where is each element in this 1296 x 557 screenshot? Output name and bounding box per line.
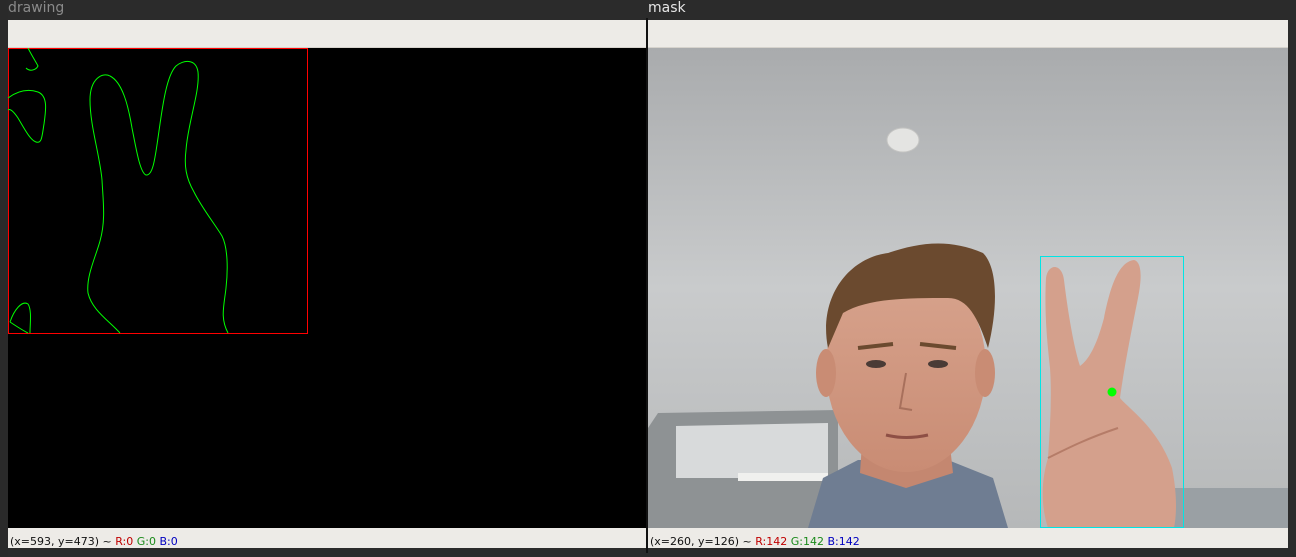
office-window-pane (676, 423, 828, 478)
contour-drawing (8, 48, 308, 334)
ceiling-vent (738, 473, 828, 481)
left-ear (816, 349, 836, 397)
right-edge-strip (1288, 0, 1296, 557)
hand-bounding-box (8, 48, 308, 334)
mask-window-title: mask (648, 0, 1288, 18)
ceiling-fixture (886, 127, 920, 153)
background-desktop-strip (0, 0, 8, 557)
window-title-text: drawing (8, 0, 65, 16)
mask-canvas[interactable] (648, 48, 1288, 528)
drawing-toolbar (8, 20, 646, 48)
mask-status-bar: (x=260, y=126) ~ R:142 G:142 B:142 (648, 528, 1288, 548)
drawing-canvas[interactable] (8, 48, 646, 528)
right-ear (975, 349, 995, 397)
webcam-frame (648, 48, 1288, 528)
drawing-window: drawing (x=593, y=473) ~ R:0 G:0 B:0 (8, 0, 646, 557)
blue-value: B:0 (159, 535, 178, 548)
blue-value: B:142 (827, 535, 860, 548)
mask-toolbar (648, 20, 1288, 48)
shoulder-contour (9, 302, 31, 334)
window-title-text: mask (648, 0, 686, 16)
cursor-coords: (x=260, y=126) ~ (650, 535, 752, 548)
face-contour-left (8, 89, 47, 143)
left-eye (866, 360, 886, 368)
cursor-coords: (x=593, y=473) ~ (10, 535, 112, 548)
mask-window: mask (x=260, y=126) ~ R:142 G:142 B:142 (648, 0, 1288, 557)
right-eye (928, 360, 948, 368)
drawing-window-title: drawing (8, 0, 646, 18)
red-value: R:0 (115, 535, 134, 548)
green-value: G:142 (790, 535, 824, 548)
hand-centroid-point (1107, 387, 1117, 397)
face-contour-top (25, 48, 39, 71)
drawing-status-bar: (x=593, y=473) ~ R:0 G:0 B:0 (8, 528, 646, 548)
green-value: G:0 (136, 535, 156, 548)
hand-contour (87, 61, 229, 334)
red-value: R:142 (755, 535, 788, 548)
